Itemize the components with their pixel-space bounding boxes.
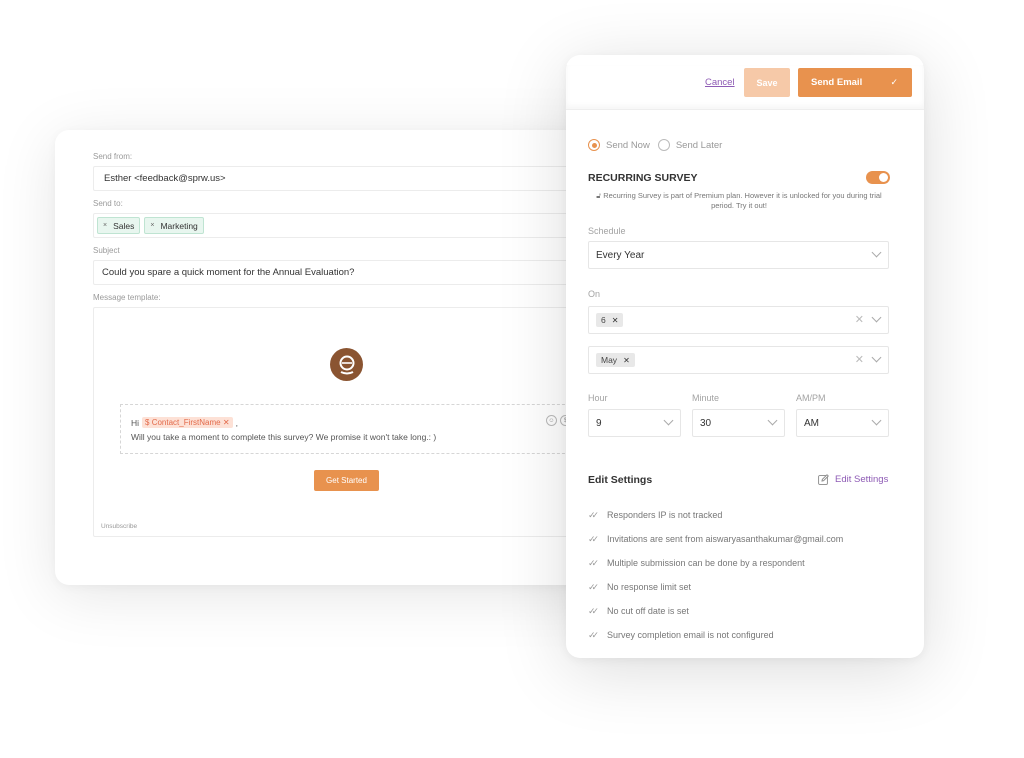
email-composer-card: Send from: Esther <feedback@sprw.us> Sen… — [55, 130, 615, 585]
subject-field[interactable]: Could you spare a quick moment for the A… — [93, 260, 593, 285]
unsubscribe-link[interactable]: Unsubscribe — [101, 523, 137, 530]
double-check-icon: ✓✓ — [588, 557, 599, 568]
recurring-survey-title: RECURRING SURVEY — [588, 172, 698, 184]
subject-label: Subject — [93, 246, 120, 255]
settings-item: ✓✓ Multiple submission can be done by a r… — [588, 557, 805, 569]
hour-select[interactable]: 9 — [588, 409, 681, 437]
month-tag: May ✕ — [596, 353, 635, 367]
hour-label: Hour — [588, 393, 608, 403]
settings-item: ✓✓ Responders IP is not tracked — [588, 509, 723, 521]
chevron-down-icon — [871, 415, 882, 426]
double-check-icon: ✓✓ — [588, 533, 599, 544]
on-label: On — [588, 289, 601, 299]
remove-variable-icon[interactable]: ✕ — [223, 418, 230, 427]
send-from-field[interactable]: Esther <feedback@sprw.us> — [93, 166, 593, 191]
schedule-select[interactable]: Every Year — [588, 241, 889, 269]
day-tag: 6 ✕ — [596, 313, 624, 327]
edit-settings-link[interactable]: Edit Settings — [818, 474, 888, 485]
remove-tag-icon[interactable]: ✕ — [612, 316, 619, 325]
message-template-editor[interactable]: Hi $ Contact_FirstName ✕ , Will you take… — [93, 307, 593, 537]
recurring-survey-toggle[interactable] — [866, 171, 890, 184]
send-from-label: Send from: — [93, 152, 133, 161]
lock-icon: 🔓︎ — [596, 191, 602, 200]
remove-tag-icon[interactable]: ✕ — [623, 356, 630, 365]
remove-icon[interactable]: × — [103, 222, 107, 229]
send-timing-radio-group: Send Now Send Later — [588, 139, 722, 151]
schedule-settings-panel: Cancel Save Send Email ✓ Send Now Send L… — [566, 55, 924, 658]
get-started-button[interactable]: Get Started — [314, 470, 379, 491]
recurring-survey-note: 🔓︎ Recurring Survey is part of Premium p… — [596, 191, 882, 210]
minute-label: Minute — [692, 393, 720, 403]
double-check-icon: ✓✓ — [588, 629, 599, 640]
message-body-box[interactable]: Hi $ Contact_FirstName ✕ , Will you take… — [120, 404, 580, 454]
settings-item: ✓✓ Invitations are sent from aiswaryasant… — [588, 533, 844, 545]
ampm-label: AM/PM — [796, 393, 826, 403]
settings-summary-list: ✓✓ Responders IP is not tracked ✓✓ Invitat… — [588, 503, 843, 647]
edit-icon — [818, 474, 829, 485]
recipient-label: Marketing — [160, 220, 198, 231]
brand-logo — [330, 348, 363, 381]
double-check-icon: ✓✓ — [588, 605, 599, 616]
day-multiselect[interactable]: 6 ✕ ✕ — [588, 306, 889, 334]
panel-action-bar: Cancel Save Send Email ✓ — [566, 65, 924, 110]
radio-send-now[interactable]: Send Now — [588, 139, 650, 151]
ampm-select[interactable]: AM — [796, 409, 889, 437]
send-to-label: Send to: — [93, 199, 123, 208]
message-template-label: Message template: — [93, 293, 161, 302]
settings-item: ✓✓ No response limit set — [588, 581, 692, 593]
chevron-down-icon — [871, 352, 882, 363]
emoji-icon[interactable]: ☺ — [546, 415, 557, 426]
month-multiselect[interactable]: May ✕ ✕ — [588, 346, 889, 374]
cancel-link[interactable]: Cancel — [705, 77, 735, 88]
chevron-down-icon — [871, 312, 882, 323]
logo-icon — [339, 355, 354, 374]
check-icon: ✓ — [890, 77, 898, 87]
contact-variable-chip[interactable]: $ Contact_FirstName ✕ — [142, 417, 233, 428]
save-button[interactable]: Save — [744, 68, 790, 97]
edit-settings-title: Edit Settings — [588, 474, 653, 486]
clear-icon[interactable]: ✕ — [855, 313, 864, 326]
radio-send-later[interactable]: Send Later — [657, 139, 722, 151]
remove-icon[interactable]: × — [150, 222, 154, 229]
schedule-label: Schedule — [588, 226, 626, 236]
send-email-button[interactable]: Send Email ✓ — [798, 68, 912, 97]
settings-item: ✓✓ Survey completion email is not configu… — [588, 629, 774, 641]
chevron-down-icon — [767, 415, 778, 426]
radio-selected-icon[interactable] — [588, 139, 600, 151]
send-to-field[interactable]: × Sales × Marketing — [93, 213, 593, 238]
double-check-icon: ✓✓ — [588, 581, 599, 592]
message-body-text: Will you take a moment to complete this … — [131, 432, 437, 442]
recipient-chip-sales[interactable]: × Sales — [97, 217, 141, 234]
chevron-down-icon — [663, 415, 674, 426]
radio-unselected-icon[interactable] — [657, 139, 670, 151]
recipient-label: Sales — [113, 220, 135, 231]
double-check-icon: ✓✓ — [588, 509, 599, 520]
recipient-chip-marketing[interactable]: × Marketing — [144, 217, 204, 234]
settings-item: ✓✓ No cut off date is set — [588, 605, 689, 617]
chevron-down-icon — [871, 247, 882, 258]
clear-icon[interactable]: ✕ — [855, 353, 864, 366]
minute-select[interactable]: 30 — [692, 409, 785, 437]
greeting-line: Hi $ Contact_FirstName ✕ , — [131, 417, 238, 428]
